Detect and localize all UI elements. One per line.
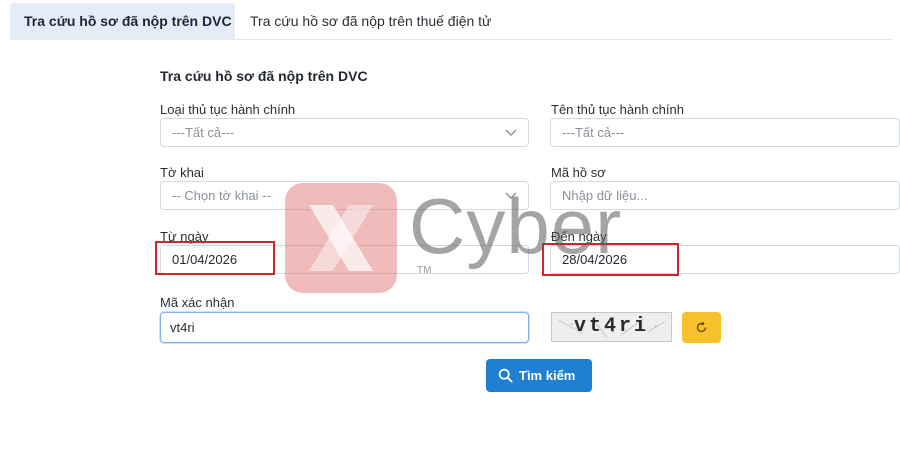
procedure-name-label: Tên thủ tục hành chính <box>551 102 684 117</box>
procedure-name-value: ---Tất cả--- <box>562 125 625 140</box>
dossier-code-input[interactable]: Nhập dữ liệu... <box>550 181 900 210</box>
tab-dvc-lookup[interactable]: Tra cứu hồ sơ đã nộp trên DVC <box>10 3 235 39</box>
procedure-type-value: ---Tất cả--- <box>172 125 235 140</box>
captcha-label: Mã xác nhận <box>160 295 235 310</box>
procedure-name-select[interactable]: ---Tất cả--- <box>550 118 900 147</box>
captcha-text: vt4ri <box>573 315 649 338</box>
chevron-down-icon <box>505 192 517 199</box>
dossier-code-placeholder: Nhập dữ liệu... <box>562 188 648 203</box>
form-title: Tra cứu hồ sơ đã nộp trên DVC <box>160 68 368 84</box>
search-button[interactable]: Tìm kiếm <box>486 359 592 392</box>
dossier-code-label: Mã hồ sơ <box>551 165 606 180</box>
tab-etax-lookup[interactable]: Tra cứu hồ sơ đã nộp trên thuế điện tử <box>250 3 491 39</box>
to-date-highlight <box>542 243 679 276</box>
captcha-input-value: vt4ri <box>170 320 195 335</box>
declaration-value: -- Chọn tờ khai -- <box>172 188 271 203</box>
from-date-highlight <box>155 241 275 275</box>
procedure-type-label: Loại thủ tục hành chính <box>160 102 296 117</box>
captcha-input[interactable]: vt4ri <box>160 312 529 343</box>
search-icon <box>498 368 513 383</box>
procedure-type-select[interactable]: ---Tất cả--- <box>160 118 529 147</box>
to-date-label: Đến ngày <box>551 229 607 244</box>
declaration-label: Tờ khai <box>160 165 204 180</box>
declaration-select[interactable]: -- Chọn tờ khai -- <box>160 181 529 210</box>
chevron-down-icon <box>505 129 517 136</box>
refresh-icon <box>696 321 707 333</box>
tab-bar: Tra cứu hồ sơ đã nộp trên DVC Tra cứu hồ… <box>10 3 892 40</box>
refresh-captcha-button[interactable] <box>682 312 721 343</box>
captcha-image: vt4ri <box>551 312 672 342</box>
search-button-label: Tìm kiếm <box>519 368 576 383</box>
